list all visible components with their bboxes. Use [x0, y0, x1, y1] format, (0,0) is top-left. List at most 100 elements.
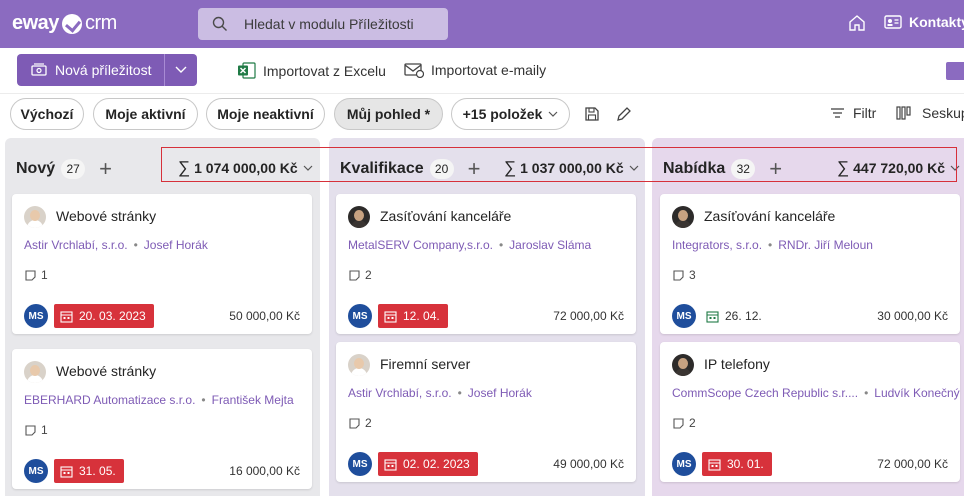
import-excel-button[interactable]: Importovat z Excelu: [237, 62, 386, 79]
card-notes: 3: [672, 268, 696, 282]
sum-highlight-box: [161, 147, 957, 182]
view-moje-neaktivni[interactable]: Moje neaktivní: [206, 98, 325, 130]
card-company[interactable]: EBERHARD Automatizace s.r.o.: [24, 393, 195, 407]
calendar-icon: [708, 458, 721, 471]
owner-avatar: MS: [24, 459, 48, 483]
nav-kontakty[interactable]: Kontakty: [884, 14, 964, 30]
note-icon: [25, 424, 36, 436]
column-novy: Nový 27 + ∑ 1 074 000,00 Kč Webové strán…: [5, 138, 320, 496]
filter-button[interactable]: Filtr: [830, 105, 876, 121]
card-company[interactable]: MetalSERV Company,s.r.o.: [348, 238, 493, 252]
group-button[interactable]: Seskup: [896, 105, 964, 121]
view-muj-pohled[interactable]: Můj pohled *: [334, 98, 443, 130]
note-icon: [349, 269, 360, 281]
card-company[interactable]: CommScope Czech Republic s.r....: [672, 386, 858, 400]
group-label: Seskup: [922, 105, 964, 121]
card-title: Webové stránky: [56, 363, 157, 379]
card-price: 30 000,00 Kč: [877, 309, 948, 323]
card-contact[interactable]: František Mejta: [212, 393, 294, 407]
card-notes: 2: [348, 416, 372, 430]
new-opportunity-dropdown[interactable]: [165, 66, 197, 74]
action-bar: Nová příležitost Importovat z Excelu Imp…: [0, 48, 964, 94]
card-company-line: MetalSERV Company,s.r.o. • Jaroslav Sláma: [348, 238, 592, 252]
money-icon: [31, 63, 47, 76]
opportunity-card[interactable]: Webové stránky Astir Vrchlabí, s.r.o. • Jo…: [12, 194, 312, 334]
view-vychozi[interactable]: Výchozí: [10, 98, 84, 130]
card-company[interactable]: Integrators, s.r.o.: [672, 238, 762, 252]
filter-lines-icon: [831, 108, 844, 118]
card-title: IP telefony: [704, 356, 770, 372]
opportunity-card[interactable]: IP telefony CommScope Czech Republic s.r…: [660, 342, 960, 482]
filter-label: Filtr: [853, 105, 877, 121]
card-company-line: EBERHARD Automatizace s.r.o. • František M…: [24, 393, 294, 407]
card-due-date: 26. 12.: [702, 304, 770, 328]
chevron-down-icon: [175, 66, 187, 73]
logo-suffix: crm: [84, 12, 117, 34]
search-input[interactable]: Hledat v modulu Příležitosti: [198, 8, 448, 40]
avatar: [348, 354, 370, 376]
card-company-line: Astir Vrchlabí, s.r.o. • Josef Horák: [24, 238, 208, 252]
add-card-icon[interactable]: +: [99, 158, 112, 180]
owner-avatar: MS: [672, 452, 696, 476]
owner-avatar: MS: [24, 304, 48, 328]
save-icon[interactable]: [584, 106, 600, 122]
logo-check-icon: [61, 13, 82, 34]
more-views-dropdown[interactable]: +15 položek: [451, 98, 570, 130]
column-kvalifikace: Kvalifikace 20 + ∑ 1 037 000,00 Kč Zasíť…: [329, 138, 645, 496]
opportunity-card[interactable]: Webové stránky EBERHARD Automatizace s.r…: [12, 349, 312, 489]
search-icon: [212, 16, 227, 31]
card-due-date: 30. 01.: [702, 452, 772, 476]
new-opportunity-label: Nová příležitost: [55, 62, 152, 78]
calendar-icon: [384, 458, 397, 471]
card-contact[interactable]: Josef Horák: [144, 238, 208, 252]
card-company[interactable]: Astir Vrchlabí, s.r.o.: [24, 238, 128, 252]
card-price: 16 000,00 Kč: [229, 464, 300, 478]
note-icon: [349, 417, 360, 429]
column-count-badge: 27: [61, 159, 86, 179]
view-filter-bar: Výchozí Moje aktivní Moje neaktivní Můj …: [0, 94, 964, 136]
card-company-line: Integrators, s.r.o. • RNDr. Jiří Meloun: [672, 238, 873, 252]
card-notes: 1: [24, 423, 48, 437]
avatar: [24, 206, 46, 228]
new-opportunity-main[interactable]: Nová příležitost: [17, 54, 165, 86]
email-import-icon: [404, 63, 424, 78]
avatar: [672, 206, 694, 228]
card-due-date: 31. 05.: [54, 459, 124, 483]
search-placeholder: Hledat v modulu Příležitosti: [244, 16, 414, 32]
opportunity-card[interactable]: Firemní server Astir Vrchlabí, s.r.o. • Jo…: [336, 342, 636, 482]
card-due-date: 20. 03. 2023: [54, 304, 154, 328]
new-opportunity-button[interactable]: Nová příležitost: [17, 54, 197, 86]
card-price: 72 000,00 Kč: [553, 309, 624, 323]
app-logo[interactable]: eway crm: [12, 12, 117, 35]
card-due-date: 12. 04.: [378, 304, 448, 328]
view-moje-aktivni[interactable]: Moje aktivní: [93, 98, 198, 130]
owner-avatar: MS: [348, 452, 372, 476]
card-price: 72 000,00 Kč: [877, 457, 948, 471]
card-contact[interactable]: Ludvík Konečný: [874, 386, 959, 400]
opportunity-card[interactable]: Zasíťování kanceláře Integrators, s.r.o.…: [660, 194, 960, 334]
calendar-icon: [384, 310, 397, 323]
avatar: [348, 206, 370, 228]
chevron-down-icon: [548, 111, 558, 117]
card-contact[interactable]: RNDr. Jiří Meloun: [778, 238, 873, 252]
note-icon: [25, 269, 36, 281]
home-icon[interactable]: [848, 14, 866, 32]
card-contact[interactable]: Jaroslav Sláma: [509, 238, 591, 252]
column-nabidka: Nabídka 32 + ∑ 447 720,00 Kč Zasíťování …: [652, 138, 964, 496]
contact-card-icon: [884, 15, 902, 29]
card-due-date: 02. 02. 2023: [378, 452, 478, 476]
opportunity-card[interactable]: Zasíťování kanceláře MetalSERV Company,s…: [336, 194, 636, 334]
card-title: Zasíťování kanceláře: [704, 208, 836, 224]
card-company[interactable]: Astir Vrchlabí, s.r.o.: [348, 386, 452, 400]
card-company-line: CommScope Czech Republic s.r.... • Ludvík …: [672, 386, 960, 400]
overflow-button[interactable]: [946, 62, 964, 80]
avatar: [672, 354, 694, 376]
edit-pencil-icon[interactable]: [615, 105, 633, 123]
calendar-icon: [60, 310, 73, 323]
note-icon: [673, 269, 684, 281]
card-contact[interactable]: Josef Horák: [468, 386, 532, 400]
import-email-button[interactable]: Importovat e-maily: [404, 62, 546, 78]
nav-kontakty-label: Kontakty: [909, 14, 964, 30]
import-email-label: Importovat e-maily: [431, 62, 547, 78]
avatar: [24, 361, 46, 383]
